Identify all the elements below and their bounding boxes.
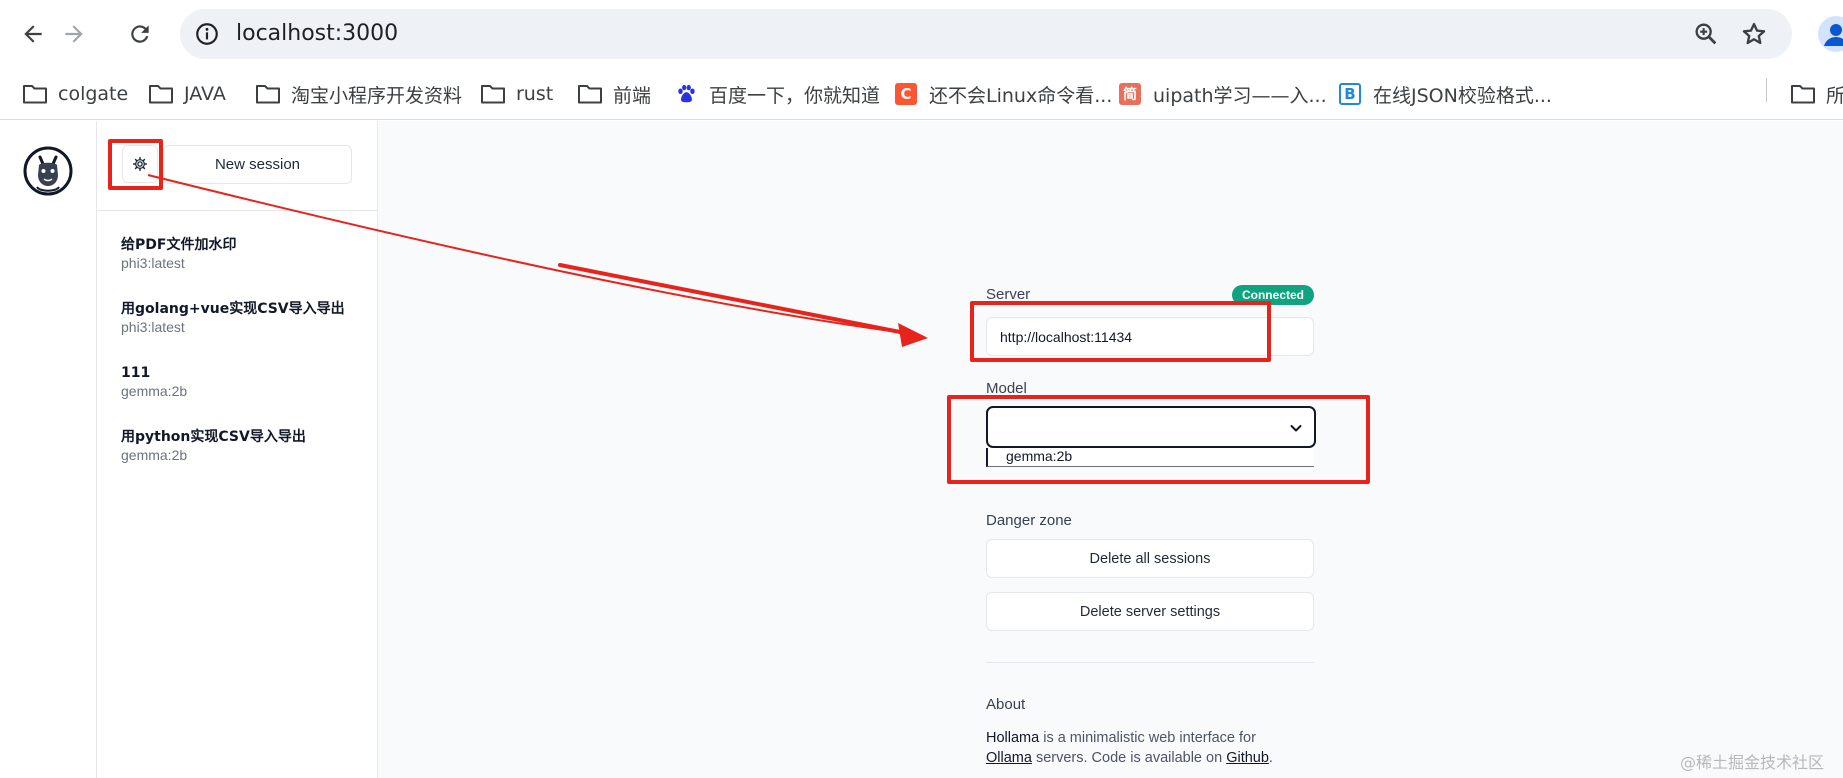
- session-model: gemma:2b: [121, 383, 188, 399]
- back-button[interactable]: [15, 16, 51, 52]
- bookmark-frontend[interactable]: 前端: [577, 78, 651, 110]
- new-session-button[interactable]: New session: [163, 145, 352, 184]
- bookmark-jianshu[interactable]: 简 uipath学习——入...: [1117, 78, 1327, 110]
- session-title: 111: [121, 365, 151, 381]
- bookmark-label: 淘宝小程序开发资料: [291, 84, 463, 107]
- bookmark-label: 前端: [613, 84, 652, 107]
- bookmark-csdn[interactable]: C 还不会Linux命令看...: [893, 78, 1112, 110]
- bookmark-bejson[interactable]: B 在线JSON校验格式...: [1337, 78, 1552, 110]
- bookmark-label: colgate: [58, 83, 129, 105]
- about-text-part: servers. Code is available on: [1031, 750, 1227, 766]
- forward-arrow-icon: [65, 25, 83, 43]
- profile-avatar-icon[interactable]: [1818, 16, 1843, 52]
- sessions-sidebar: New session 给PDF文件加水印 phi3:latest 用golan…: [97, 121, 378, 778]
- sidebar-header: New session: [97, 121, 378, 211]
- server-label: Server: [986, 286, 1031, 303]
- app-rail: [0, 121, 97, 778]
- csdn-icon: C: [895, 83, 917, 105]
- about-text-part: is a minimalistic web interface for: [1039, 730, 1256, 746]
- settings-main: Server Connected Model gemma:2b Danger z…: [378, 121, 1843, 778]
- bookmark-label: 还不会Linux命令看...: [929, 84, 1113, 107]
- bookmark-baidu[interactable]: 百度一下，你就知道: [673, 78, 880, 110]
- about-text-part: .: [1268, 750, 1273, 766]
- bookmark-label: uipath学习——入...: [1153, 84, 1327, 107]
- delete-server-settings-button[interactable]: Delete server settings: [986, 592, 1314, 631]
- jianshu-icon: 简: [1119, 83, 1141, 105]
- reload-button[interactable]: [122, 16, 158, 52]
- baidu-paw-icon: [678, 84, 695, 103]
- folder-icon: [1791, 85, 1815, 104]
- app-name: Hollama: [986, 730, 1040, 746]
- hollama-app: New session 给PDF文件加水印 phi3:latest 用golan…: [0, 121, 1843, 778]
- session-model: phi3:latest: [121, 319, 185, 335]
- session-item[interactable]: 用golang+vue实现CSV导入导出 phi3:latest: [121, 300, 361, 336]
- bookmark-label: rust: [516, 83, 554, 105]
- session-title: 用python实现CSV导入导出: [121, 429, 306, 445]
- model-option-gemma[interactable]: gemma:2b: [986, 448, 1314, 467]
- gear-icon: [132, 156, 148, 172]
- bookmark-star-icon[interactable]: [1740, 20, 1768, 48]
- bookmark-all[interactable]: 所: [1790, 78, 1843, 110]
- settings-panel: Server Connected Model gemma:2b Danger z…: [986, 121, 1316, 778]
- ollama-link[interactable]: Ollama: [986, 750, 1032, 766]
- section-divider: [986, 662, 1314, 663]
- bejson-icon: B: [1339, 83, 1361, 105]
- connected-status-badge: Connected: [1231, 285, 1314, 305]
- watermark-text: @稀土掘金技术社区: [1680, 753, 1825, 772]
- session-title: 给PDF文件加水印: [121, 237, 237, 253]
- folder-icon: [149, 85, 173, 104]
- session-item[interactable]: 用python实现CSV导入导出 gemma:2b: [121, 428, 361, 464]
- bookmarks-separator: [1766, 78, 1767, 102]
- session-model: gemma:2b: [121, 447, 188, 463]
- bookmark-rust[interactable]: rust: [480, 78, 553, 110]
- chevron-down-icon: [1290, 425, 1302, 432]
- address-bar[interactable]: localhost:3000: [180, 9, 1792, 59]
- url-text[interactable]: localhost:3000: [236, 21, 398, 46]
- danger-zone-label: Danger zone: [986, 512, 1072, 529]
- model-select[interactable]: [986, 406, 1316, 448]
- bookmark-taobao-docs[interactable]: 淘宝小程序开发资料: [255, 78, 462, 110]
- info-icon[interactable]: [194, 21, 220, 47]
- folder-icon: [578, 85, 602, 104]
- about-text: Hollama is a minimalistic web interface …: [986, 728, 1314, 768]
- hollama-llama-logo-icon[interactable]: [22, 145, 74, 197]
- bookmarks-bar: colgate JAVA 淘宝小程序开发资料 rust 前端 百度一下，你就知道…: [0, 68, 1843, 120]
- reload-icon: [131, 25, 149, 43]
- server-url-input[interactable]: [986, 317, 1314, 356]
- bookmark-label: JAVA: [184, 83, 226, 105]
- folder-icon: [256, 85, 280, 104]
- bookmark-java[interactable]: JAVA: [148, 78, 226, 110]
- folder-icon: [23, 85, 47, 104]
- about-label: About: [986, 696, 1026, 713]
- session-model: phi3:latest: [121, 255, 185, 271]
- bookmark-colgate[interactable]: colgate: [22, 78, 128, 110]
- bookmark-label: 百度一下，你就知道: [709, 84, 881, 107]
- back-arrow-icon: [24, 25, 42, 43]
- github-link[interactable]: Github: [1226, 750, 1269, 766]
- session-item[interactable]: 111 gemma:2b: [121, 364, 361, 400]
- bookmark-label: 所: [1826, 84, 1843, 107]
- model-label: Model: [986, 380, 1027, 397]
- folder-icon: [481, 85, 505, 104]
- settings-button[interactable]: [122, 145, 158, 183]
- zoom-icon[interactable]: [1692, 20, 1720, 48]
- bookmark-label: 在线JSON校验格式...: [1373, 84, 1552, 107]
- session-title: 用golang+vue实现CSV导入导出: [121, 301, 345, 317]
- delete-all-sessions-button[interactable]: Delete all sessions: [986, 539, 1314, 578]
- forward-button[interactable]: [56, 16, 92, 52]
- browser-toolbar: localhost:3000: [0, 0, 1843, 68]
- session-item[interactable]: 给PDF文件加水印 phi3:latest: [121, 236, 361, 272]
